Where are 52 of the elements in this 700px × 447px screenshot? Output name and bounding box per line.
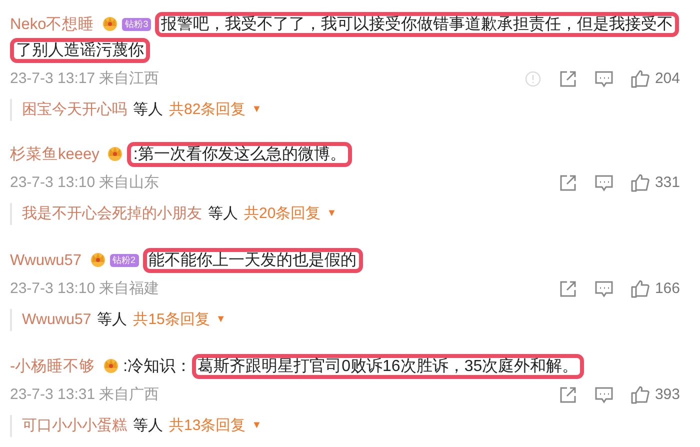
highlighted-text: :第一次看你发这么急的微博。 xyxy=(127,142,352,167)
username[interactable]: -小杨睡不够 xyxy=(10,358,96,375)
reply-username[interactable]: 可口小小小蛋糕 xyxy=(22,414,127,437)
like-count: 331 xyxy=(654,173,680,193)
reply-summary[interactable]: 我是不开心会死掉的小朋友 等人 共20条回复 ▼ xyxy=(10,202,680,225)
highlighted-text: 葛斯齐跟明星打官司0败诉16次胜诉，35次庭外和解。 xyxy=(192,354,584,379)
reply-username[interactable]: Wwuwu57 xyxy=(22,308,92,331)
reply-username[interactable]: 困宝今天开心吗 xyxy=(22,98,127,121)
share-icon[interactable] xyxy=(558,279,578,300)
share-icon[interactable] xyxy=(558,69,578,90)
reply-label: 等人 xyxy=(133,416,163,436)
reply-count-link[interactable]: 共13条回复 xyxy=(169,414,246,437)
like-count: 166 xyxy=(654,279,680,299)
like-count: 204 xyxy=(654,69,680,89)
reply-count-link[interactable]: 共15条回复 xyxy=(133,308,210,331)
caret-icon[interactable]: ▼ xyxy=(326,206,337,222)
highlighted-text: 报警吧，我受不了了，我可以接受你做错事道歉承担责任，但是我接受不 xyxy=(155,12,680,37)
highlighted-text: 能不能你上一天发的也是假的 xyxy=(142,248,363,273)
reply-label: 等人 xyxy=(97,310,128,330)
reply-label: 等人 xyxy=(208,204,238,224)
comment-meta: 23-7-3 13:10 来自山东 xyxy=(10,173,160,193)
comment-icon[interactable] xyxy=(594,69,614,90)
like-icon[interactable] xyxy=(630,173,650,194)
like-count: 393 xyxy=(654,385,680,405)
comment-icon[interactable] xyxy=(594,173,614,194)
username[interactable]: 杉菜鱼keeey xyxy=(10,146,100,163)
fan-badge: 钻粉2 xyxy=(110,254,139,267)
fan-badge: 钻粉3 xyxy=(122,18,152,31)
like-icon[interactable] xyxy=(630,69,650,90)
reply-summary[interactable]: 可口小小小蛋糕 等人 共13条回复 ▼ xyxy=(10,414,680,437)
share-icon[interactable] xyxy=(558,385,578,406)
username[interactable]: Neko不想睡 xyxy=(10,16,94,33)
like-icon[interactable] xyxy=(630,279,650,300)
comment-meta: 23-7-3 13:31 来自广西 xyxy=(10,385,160,405)
reply-summary[interactable]: 困宝今天开心吗 等人 共82条回复 ▼ xyxy=(10,98,680,121)
caret-icon[interactable]: ▼ xyxy=(252,418,262,434)
comment-icon[interactable] xyxy=(594,279,614,300)
comment-text: :冷知识： xyxy=(123,358,192,375)
reply-username[interactable]: 我是不开心会死掉的小朋友 xyxy=(22,202,202,225)
comment-meta: 23-7-3 13:17 来自江西 xyxy=(10,69,160,89)
caret-icon[interactable]: ▼ xyxy=(252,102,262,118)
like-icon[interactable] xyxy=(630,385,650,406)
reply-count-link[interactable]: 共82条回复 xyxy=(169,98,246,121)
reply-label: 等人 xyxy=(133,100,163,120)
reply-summary[interactable]: Wwuwu57 等人 共15条回复 ▼ xyxy=(10,308,680,331)
comment-meta: 23-7-3 13:10 来自福建 xyxy=(10,279,160,299)
reply-count-link[interactable]: 共20条回复 xyxy=(244,202,321,225)
comment-icon[interactable] xyxy=(594,385,614,406)
highlighted-text: 了别人造谣污蔑你 xyxy=(10,38,150,63)
caret-icon[interactable]: ▼ xyxy=(216,312,226,328)
share-icon[interactable] xyxy=(558,173,578,194)
username[interactable]: Wwuwu57 xyxy=(10,252,82,269)
